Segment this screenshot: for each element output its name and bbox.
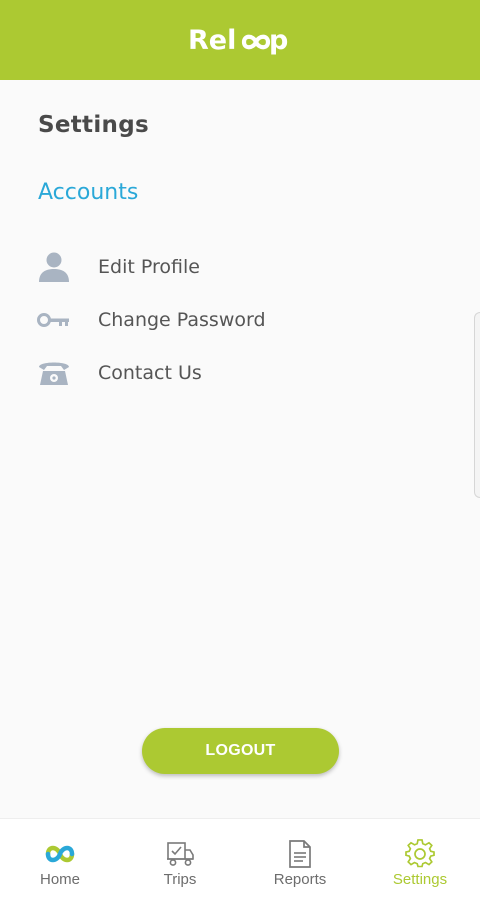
truck-icon xyxy=(165,839,195,869)
nav-reports[interactable]: Reports xyxy=(240,819,360,900)
nav-trips-label: Trips xyxy=(163,871,197,888)
accounts-section-title: Accounts xyxy=(38,180,139,205)
reloop-logo-icon xyxy=(45,839,75,869)
edit-profile-item[interactable]: Edit Profile xyxy=(0,242,470,292)
user-icon xyxy=(36,249,72,285)
nav-settings[interactable]: Settings xyxy=(360,819,480,900)
nav-home[interactable]: Home xyxy=(0,819,120,900)
change-password-label: Change Password xyxy=(98,309,266,331)
key-icon xyxy=(36,302,72,338)
edit-profile-label: Edit Profile xyxy=(98,256,200,278)
nav-settings-label: Settings xyxy=(392,871,448,888)
nav-reports-label: Reports xyxy=(273,871,327,888)
logo-loop-icon xyxy=(241,34,271,50)
page-title: Settings xyxy=(38,112,149,138)
reloop-logo: Rel p xyxy=(188,20,292,60)
reloop-logo-mark: Rel p xyxy=(188,25,288,56)
app-header: Rel p xyxy=(0,0,480,80)
settings-screen: Rel p Settings Accounts Edit Profile Cha… xyxy=(0,0,480,900)
nav-home-label: Home xyxy=(39,871,80,888)
side-drawer-handle[interactable] xyxy=(474,312,480,498)
change-password-item[interactable]: Change Password xyxy=(0,295,470,345)
telephone-icon xyxy=(36,355,72,391)
document-icon xyxy=(285,839,315,869)
nav-trips[interactable]: Trips xyxy=(120,819,240,900)
contact-us-item[interactable]: Contact Us xyxy=(0,348,470,398)
gear-icon xyxy=(405,839,435,869)
logo-text-rel: Rel xyxy=(188,25,236,56)
logo-text-p: p xyxy=(269,25,288,56)
bottom-nav: Home Trips Reports Settings xyxy=(0,818,480,900)
contact-us-label: Contact Us xyxy=(98,362,202,384)
logout-button[interactable]: LOGOUT xyxy=(142,728,339,774)
